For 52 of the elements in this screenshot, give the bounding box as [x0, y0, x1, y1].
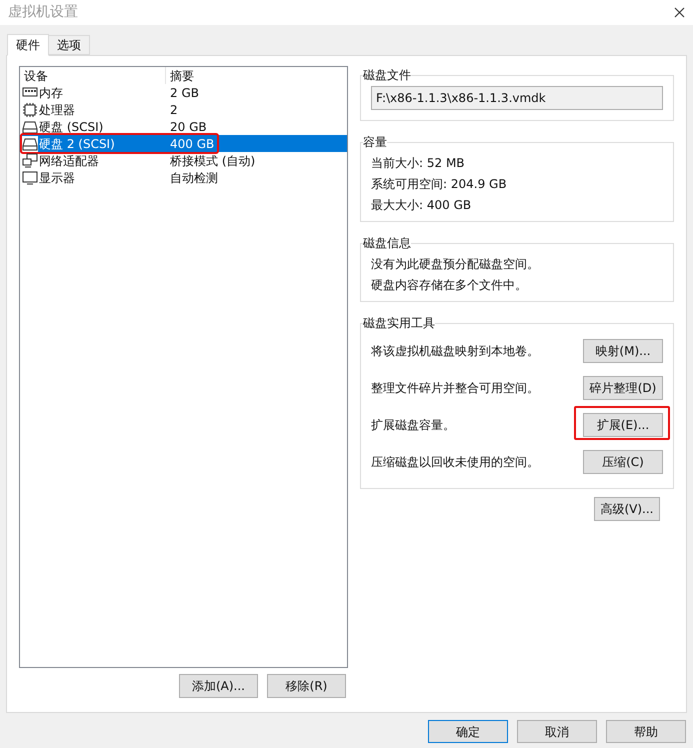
utility-button[interactable]: 扩展(E)...: [583, 412, 663, 436]
group-title: 容量: [363, 134, 387, 151]
close-icon[interactable]: [674, 7, 685, 18]
device-row[interactable]: 处理器 2: [20, 101, 347, 118]
capacity-text: 最大大小: 400 GB: [371, 197, 472, 213]
device-row[interactable]: 硬盘 (SCSI) 20 GB: [20, 118, 347, 135]
device-name: 显示器: [39, 170, 75, 186]
column-header[interactable]: 设备: [20, 67, 166, 84]
device-summary: 自动检测: [169, 170, 218, 186]
capacity-text: 当前大小: 52 MB: [371, 155, 466, 171]
device-summary: 2 GB: [169, 84, 199, 102]
device-name: 硬盘 2 (SCSI): [39, 136, 115, 152]
device-name: 处理器: [39, 102, 75, 118]
device-name: 内存: [39, 84, 63, 102]
window-title: 虚拟机设置: [8, 3, 78, 22]
group-title: 磁盘信息: [363, 235, 411, 252]
chip-icon: [22, 102, 38, 118]
utility-button[interactable]: 碎片整理(D): [583, 376, 663, 400]
capacity-text: 系统可用空间: 204.9 GB: [371, 176, 508, 192]
device-summary: 桥接模式 (自动): [169, 152, 256, 170]
network-icon: [22, 152, 38, 168]
device-row[interactable]: 显示器 自动检测: [20, 169, 347, 186]
group-title: 磁盘实用工具: [363, 315, 435, 332]
column-header[interactable]: 摘要: [166, 66, 194, 84]
device-name: 网络适配器: [39, 152, 99, 170]
device-row[interactable]: 硬盘 2 (SCSI) 400 GB: [20, 135, 347, 152]
utility-description: 扩展磁盘容量。: [371, 416, 455, 434]
tab[interactable]: 选项: [49, 35, 90, 55]
dialog-button[interactable]: 确定: [428, 720, 508, 743]
device-row[interactable]: 内存 2 GB: [20, 84, 347, 101]
advanced-button[interactable]: 高级(V)...: [594, 497, 660, 521]
action-button[interactable]: 移除(R): [267, 674, 346, 698]
disk-icon: [22, 136, 38, 152]
tab[interactable]: 硬件: [7, 34, 49, 56]
utility-description: 将该虚拟机磁盘映射到本地卷。: [371, 342, 539, 360]
utility-description: 整理文件碎片并整合可用空间。: [371, 380, 539, 396]
device-summary: 400 GB: [169, 136, 214, 152]
monitor-icon: [22, 170, 38, 186]
device-name: 硬盘 (SCSI): [39, 118, 104, 136]
utility-description: 压缩磁盘以回收未使用的空间。: [371, 454, 539, 470]
dialog-button[interactable]: 取消: [517, 720, 597, 743]
device-summary: 2: [169, 102, 178, 118]
dialog-button[interactable]: 帮助: [606, 720, 686, 743]
device-row[interactable]: 网络适配器 桥接模式 (自动): [20, 152, 347, 169]
utility-button[interactable]: 映射(M)...: [583, 338, 663, 362]
utility-button[interactable]: 压缩(C): [583, 450, 663, 474]
action-button[interactable]: 添加(A)...: [179, 674, 258, 698]
group-title: 磁盘文件: [363, 66, 411, 84]
info-text: 没有为此硬盘预分配磁盘空间。: [371, 256, 540, 272]
file-path-field[interactable]: F:\x86-1.1.3\x86-1.1.3.vmdk: [371, 86, 663, 110]
device-summary: 20 GB: [169, 118, 207, 136]
info-text: 硬盘内容存储在多个文件中。: [371, 277, 528, 293]
